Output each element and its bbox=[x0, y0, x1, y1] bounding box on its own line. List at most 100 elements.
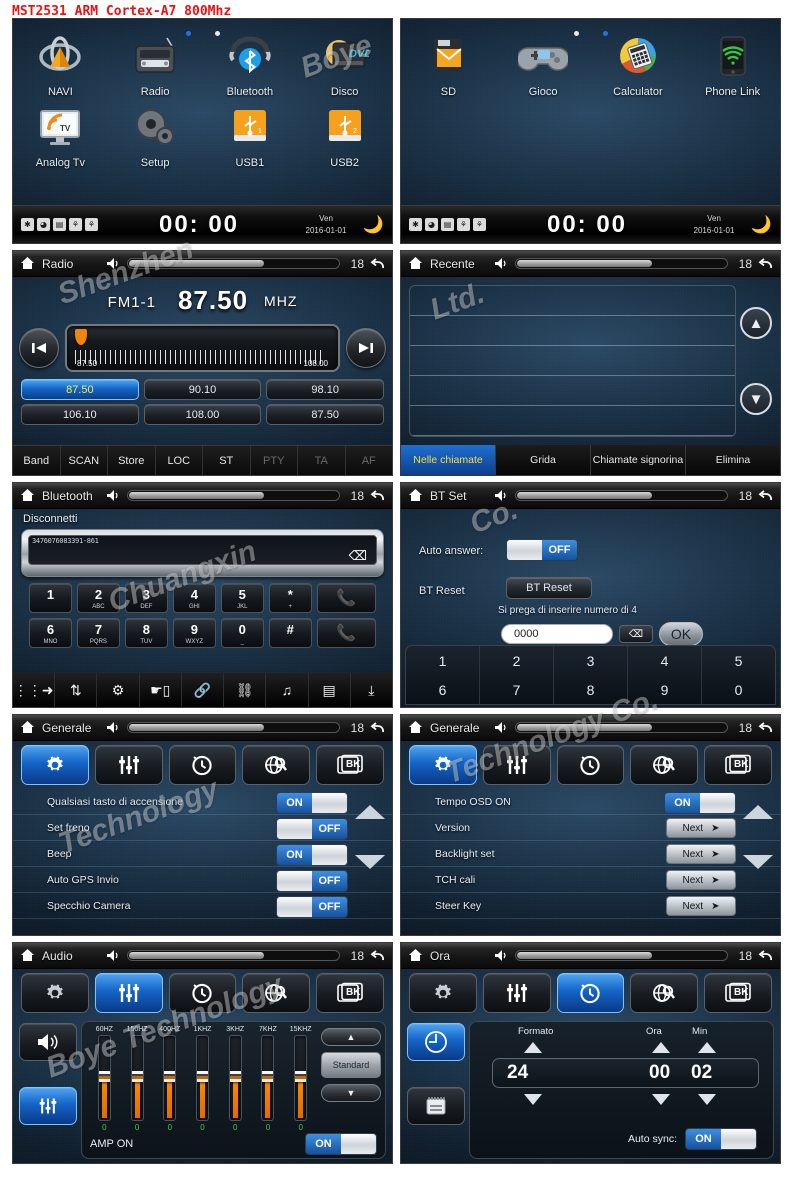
preset-button[interactable]: 87.50 bbox=[21, 379, 139, 400]
format-down-arrow[interactable] bbox=[524, 1094, 542, 1105]
setting-toggle[interactable]: ON bbox=[664, 792, 736, 814]
eq-handle[interactable] bbox=[164, 1071, 176, 1083]
preset-prev-button[interactable]: ▲ bbox=[321, 1028, 381, 1046]
hour-up-arrow[interactable] bbox=[652, 1042, 670, 1053]
number-display[interactable]: 3476076083391-861 ⌫ bbox=[21, 529, 384, 577]
app-usb1[interactable]: 1 USB1 bbox=[203, 98, 298, 169]
speaker-icon[interactable] bbox=[494, 949, 509, 962]
key-1[interactable]: 1 bbox=[29, 583, 72, 613]
volume-slider[interactable] bbox=[127, 722, 340, 733]
tab-incoming-calls[interactable]: Nelle chiamate bbox=[401, 445, 496, 475]
power-status-icon[interactable]: ◕ bbox=[425, 218, 438, 231]
bluetooth-status-icon[interactable]: ✱ bbox=[409, 218, 422, 231]
tab-lingua[interactable] bbox=[242, 973, 311, 1013]
home-icon[interactable] bbox=[19, 719, 36, 736]
bt-settings-icon[interactable]: ⚙ bbox=[97, 673, 140, 707]
back-icon[interactable] bbox=[370, 721, 386, 735]
nav1-status-icon[interactable]: ⚘ bbox=[69, 218, 82, 231]
eq-band[interactable]: 150HZ 0 bbox=[121, 1026, 154, 1132]
tab-lingua[interactable] bbox=[630, 973, 699, 1013]
home-icon[interactable] bbox=[407, 487, 424, 504]
numpad-key-8[interactable]: 8 bbox=[554, 675, 628, 704]
recent-calls-list[interactable] bbox=[409, 285, 736, 437]
tab-bk[interactable]: BK bbox=[704, 745, 772, 785]
tab-bk[interactable]: BK bbox=[704, 973, 772, 1013]
volume-slider[interactable] bbox=[127, 258, 340, 269]
back-icon[interactable] bbox=[370, 257, 386, 271]
back-icon[interactable] bbox=[758, 489, 774, 503]
setting-row[interactable]: Beep ON bbox=[13, 841, 392, 867]
app-navi[interactable]: NAVI bbox=[13, 27, 108, 98]
scroll-up-arrow[interactable] bbox=[743, 805, 773, 819]
clock-face-icon[interactable] bbox=[407, 1023, 465, 1061]
volume-slider[interactable] bbox=[515, 950, 728, 961]
tune-next-button[interactable] bbox=[346, 328, 386, 368]
volume-slider[interactable] bbox=[127, 490, 340, 501]
tab-bk[interactable]: BK bbox=[316, 745, 384, 785]
setting-row[interactable]: Steer Key Next ➤ bbox=[401, 893, 780, 919]
setting-toggle[interactable]: ON bbox=[276, 792, 348, 814]
preset-button[interactable]: 87.50 bbox=[266, 404, 385, 425]
eq-band[interactable]: 3KHZ 0 bbox=[219, 1026, 252, 1132]
app-setup[interactable]: Setup bbox=[108, 98, 203, 169]
bt-music-icon[interactable]: ♫ bbox=[266, 673, 309, 707]
amp-toggle[interactable]: ON bbox=[305, 1133, 377, 1155]
call-end-button[interactable]: 📞 bbox=[316, 618, 377, 648]
eq-band[interactable]: 1KHZ 0 bbox=[186, 1026, 219, 1132]
eq-handle[interactable] bbox=[98, 1071, 110, 1083]
tab-outgoing-calls[interactable]: Grida bbox=[496, 445, 591, 475]
bt-reset-button[interactable]: BT Reset bbox=[506, 577, 592, 599]
setting-row[interactable]: Tempo OSD ON ON bbox=[401, 789, 780, 815]
home-icon[interactable] bbox=[19, 487, 36, 504]
key-5[interactable]: 5 JKL bbox=[220, 583, 264, 613]
scroll-up-button[interactable]: ▲ bbox=[740, 307, 772, 339]
tab-generale[interactable] bbox=[21, 973, 89, 1013]
next-button[interactable]: Next ➤ bbox=[666, 896, 736, 916]
setting-toggle[interactable]: OFF bbox=[276, 896, 348, 918]
app-usb2[interactable]: 2 USB2 bbox=[297, 98, 392, 169]
tab-bk[interactable]: BK bbox=[316, 973, 384, 1013]
eq-band[interactable]: 60HZ 0 bbox=[88, 1026, 121, 1132]
next-button[interactable]: Next ➤ bbox=[666, 844, 736, 864]
setting-toggle[interactable]: OFF bbox=[276, 870, 348, 892]
key-6[interactable]: 6 MNO bbox=[29, 618, 72, 648]
download-icon[interactable]: ⤓ bbox=[351, 673, 392, 707]
power-status-icon[interactable]: ◕ bbox=[37, 218, 50, 231]
app-bluetooth[interactable]: Bluetooth bbox=[203, 27, 298, 98]
scroll-up-arrow[interactable] bbox=[355, 805, 385, 819]
app-analog-tv[interactable]: TV Analog Tv bbox=[13, 98, 108, 169]
eq-handle[interactable] bbox=[197, 1071, 209, 1083]
moon-icon[interactable]: 🌙 bbox=[746, 215, 772, 235]
setting-row[interactable]: Auto GPS Invio OFF bbox=[13, 867, 392, 893]
hour-down-arrow[interactable] bbox=[652, 1094, 670, 1105]
pin-input[interactable]: 0000 bbox=[501, 624, 613, 644]
scroll-down-button[interactable]: ▼ bbox=[740, 383, 772, 415]
speaker-icon[interactable] bbox=[106, 489, 121, 502]
setting-row[interactable]: Specchio Camera OFF bbox=[13, 893, 392, 919]
home-icon[interactable] bbox=[407, 947, 424, 964]
tab-generale[interactable] bbox=[409, 973, 477, 1013]
numpad-key-9[interactable]: 9 bbox=[628, 675, 702, 704]
speaker-icon[interactable] bbox=[494, 489, 509, 502]
loc-button[interactable]: LOC bbox=[156, 446, 203, 475]
app-calculator[interactable]: Calculator bbox=[591, 27, 686, 98]
numpad-key-7[interactable]: 7 bbox=[480, 675, 554, 704]
list-status-icon[interactable]: ▤ bbox=[53, 218, 66, 231]
moon-icon[interactable]: 🌙 bbox=[358, 215, 384, 235]
tab-audio[interactable] bbox=[94, 973, 163, 1013]
eq-slider[interactable] bbox=[196, 1035, 210, 1121]
home-icon[interactable] bbox=[407, 255, 424, 272]
af-button[interactable]: AF bbox=[346, 446, 393, 475]
preset-name[interactable]: Standard bbox=[321, 1052, 381, 1078]
preset-button[interactable]: 106.10 bbox=[21, 404, 139, 425]
numpad-key-3[interactable]: 3 bbox=[554, 646, 628, 675]
back-icon[interactable] bbox=[370, 489, 386, 503]
eq-slider[interactable] bbox=[294, 1035, 308, 1121]
setting-row[interactable]: Qualsiasi tasto di accensione ON bbox=[13, 789, 392, 815]
bluetooth-status-icon[interactable]: ✱ bbox=[21, 218, 34, 231]
tab-generale[interactable] bbox=[409, 745, 477, 785]
unlink-icon[interactable]: ⛓ bbox=[224, 673, 267, 707]
list-status-icon[interactable]: ▤ bbox=[441, 218, 454, 231]
speaker-icon[interactable] bbox=[106, 949, 121, 962]
key-8[interactable]: 8 TUV bbox=[124, 618, 168, 648]
